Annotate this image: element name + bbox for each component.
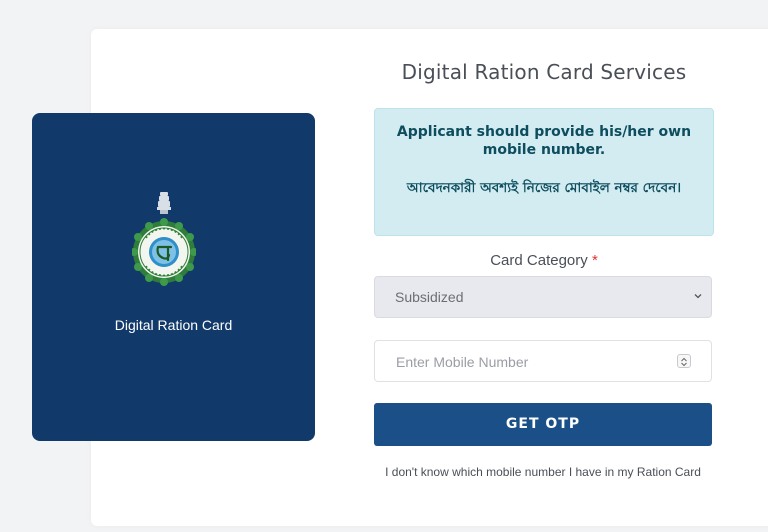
number-spinner-icon[interactable] — [677, 354, 691, 368]
card-category-label: Card Category * — [374, 252, 714, 269]
west-bengal-emblem-icon — [130, 192, 198, 292]
mobile-number-field[interactable] — [374, 340, 712, 382]
mobile-notice-alert: Applicant should provide his/her own mob… — [374, 108, 714, 236]
notice-bengali: আবেদনকারী অবশ্যই নিজের মোবাইল নম্বর দেবে… — [406, 180, 682, 196]
card-category-value: Subsidized — [395, 289, 464, 305]
unknown-mobile-link[interactable]: I don't know which mobile number I have … — [374, 465, 712, 480]
chevron-down-icon — [694, 294, 702, 299]
card-category-label-text: Card Category — [490, 252, 588, 269]
required-marker: * — [591, 252, 598, 269]
brand-panel: Digital Ration Card — [32, 113, 315, 441]
mobile-number-input[interactable] — [394, 351, 658, 373]
page-title: Digital Ration Card Services — [401, 60, 687, 84]
card-category-select[interactable]: Subsidized — [374, 276, 712, 318]
brand-title: Digital Ration Card — [114, 317, 233, 333]
get-otp-button[interactable]: GET OTP — [374, 403, 712, 446]
notice-english: Applicant should provide his/her own mob… — [396, 124, 692, 158]
